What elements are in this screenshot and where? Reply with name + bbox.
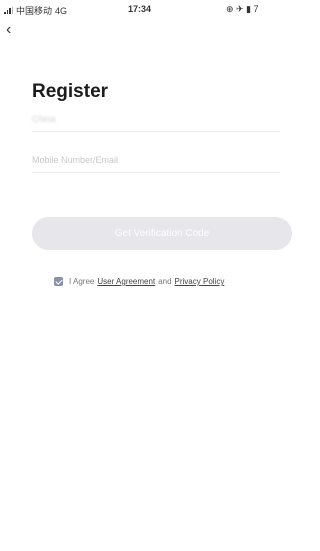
agree-and: and [158,277,172,286]
agreement-checkbox[interactable] [54,277,63,286]
status-bar: 中国移动 4G 17:34 ⊕ ✈ ▮ 7 [0,0,280,16]
carrier-name: 中国移动 [16,6,53,16]
user-agreement-link[interactable]: User Agreement [97,277,155,286]
signal-icon [4,7,13,14]
register-screen: 中国移动 4G 17:34 ⊕ ✈ ▮ 7 ‹ Register China G… [0,0,292,551]
agree-prefix: I Agree [69,277,95,286]
get-verification-code-button[interactable]: Get Verification Code [32,217,292,250]
country-field[interactable]: China [32,106,280,132]
mobile-email-field [32,147,280,173]
country-value: China [32,114,56,124]
mobile-email-input[interactable] [32,147,280,172]
privacy-policy-link[interactable]: Privacy Policy [175,277,225,286]
network-type: 4G [55,5,68,16]
page-title: Register [32,81,109,102]
status-time: 17:34 [128,4,152,14]
status-left: 中国移动 4G [4,4,67,17]
back-button[interactable]: ‹ [6,20,26,40]
agreement-row: I Agree User Agreement and Privacy Polic… [54,277,224,286]
chevron-left-icon: ‹ [6,21,12,38]
status-icons: ⊕ ✈ ▮ 7 [226,4,259,14]
